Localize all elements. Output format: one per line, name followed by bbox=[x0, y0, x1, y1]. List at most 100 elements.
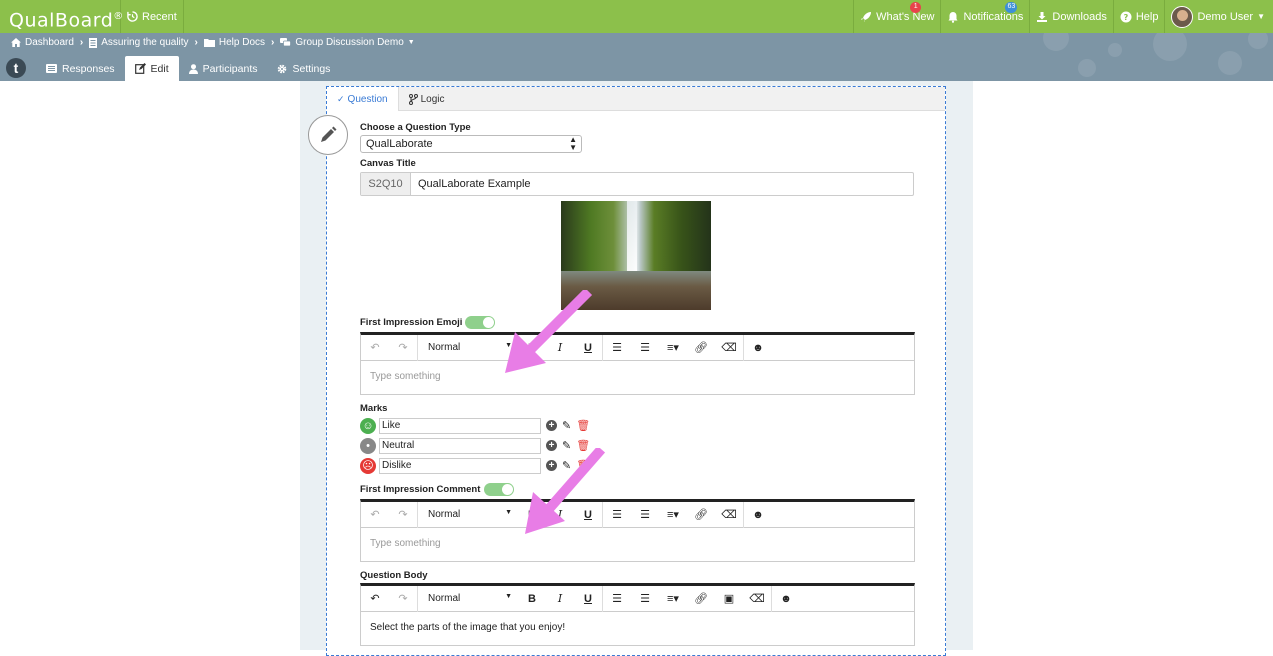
user-icon bbox=[188, 63, 198, 74]
tab-question[interactable]: ✓ Question bbox=[327, 87, 399, 111]
undo-icon[interactable]: ↶ bbox=[361, 341, 389, 354]
eraser-icon[interactable]: ⌫ bbox=[715, 508, 743, 521]
comment-editor-input[interactable]: Type something bbox=[361, 528, 914, 561]
select-arrows-icon: ▲ ▼ bbox=[569, 135, 577, 152]
smile-icon[interactable]: ☺ bbox=[360, 417, 376, 434]
redo-icon[interactable]: ↷ bbox=[389, 341, 417, 354]
tab-edit[interactable]: Edit bbox=[124, 56, 179, 81]
whats-new-button[interactable]: What's New 1 bbox=[853, 0, 940, 33]
tab-label: Participants bbox=[202, 62, 258, 75]
emoji-icon[interactable]: ☻ bbox=[744, 509, 772, 521]
link-icon[interactable]: 🔗︎ bbox=[687, 592, 715, 605]
mark-input[interactable]: Dislike bbox=[379, 457, 541, 474]
canvas-title-input[interactable]: QualLaborate Example bbox=[411, 173, 531, 195]
canvas-title-label: Canvas Title bbox=[360, 158, 416, 169]
notifications-label: Notifications bbox=[963, 10, 1024, 23]
tab-logic[interactable]: Logic bbox=[399, 87, 455, 111]
decorative-bubbles bbox=[1013, 33, 1273, 81]
breadcrumb-label: Group Discussion Demo bbox=[295, 37, 404, 48]
neutral-face-icon[interactable]: • bbox=[360, 437, 376, 454]
notifications-button[interactable]: Notifications 63 bbox=[940, 0, 1029, 33]
annotation-arrow-2 bbox=[525, 448, 606, 534]
home-icon bbox=[11, 38, 21, 47]
brand-name: QualBoard bbox=[9, 9, 114, 32]
bullet-list-icon[interactable]: ☰ bbox=[631, 508, 659, 521]
tab-label: Edit bbox=[150, 62, 169, 75]
canvas-title-prefix: S2Q10 bbox=[361, 173, 411, 195]
format-label: Normal bbox=[428, 593, 461, 604]
tab-settings[interactable]: Settings bbox=[267, 56, 340, 81]
help-button[interactable]: ? Help bbox=[1112, 0, 1165, 33]
marks-label: Marks bbox=[360, 403, 388, 414]
rocket-icon bbox=[861, 11, 872, 22]
question-body-editor: ↶ ↷ Normal ▼ B I U ☰ ☰ ≡▾ 🔗︎ ▣ ⌫ ☻ Select… bbox=[360, 583, 915, 646]
breadcrumb-project[interactable]: Assuring the quality bbox=[89, 37, 189, 48]
link-icon[interactable]: 🔗︎ bbox=[687, 341, 715, 354]
redo-icon[interactable]: ↷ bbox=[389, 508, 417, 521]
mark-input[interactable]: Like bbox=[379, 417, 541, 434]
comment-rich-text-editor: ↶ ↷ Normal▼ B I U ☰ ☰ ≡▾ 🔗︎ ⌫ ☻ Type som… bbox=[360, 499, 915, 562]
folder-icon bbox=[203, 39, 215, 47]
ordered-list-icon[interactable]: ☰ bbox=[603, 341, 631, 354]
edit-icon bbox=[134, 63, 146, 74]
breadcrumb-activity[interactable]: Group Discussion Demo ▼ bbox=[280, 37, 415, 48]
list-icon bbox=[46, 64, 57, 73]
editor-toolbar: ↶ ↷ Normal ▼ B I U ☰ ☰ ≡▾ 🔗︎ ▣ ⌫ ☻ bbox=[361, 585, 914, 612]
question-type-value: QualLaborate bbox=[366, 138, 433, 150]
question-type-badge bbox=[308, 115, 348, 155]
question-type-select[interactable]: QualLaborate ▲ ▼ bbox=[360, 135, 582, 153]
recent-button[interactable]: Recent bbox=[121, 0, 184, 33]
emoji-editor-input[interactable]: Type something bbox=[361, 361, 914, 394]
caret-down-icon: ▼ bbox=[505, 593, 512, 600]
first-impression-emoji-label: First Impression Emoji bbox=[360, 317, 463, 328]
breadcrumb-dashboard[interactable]: Dashboard bbox=[11, 37, 74, 48]
bullet-list-icon[interactable]: ☰ bbox=[631, 341, 659, 354]
bullet-list-icon[interactable]: ☰ bbox=[631, 592, 659, 605]
format-select[interactable]: Normal ▼ bbox=[418, 509, 518, 520]
image-icon[interactable]: ▣ bbox=[715, 592, 743, 605]
frown-icon[interactable]: ☹ bbox=[360, 457, 376, 474]
downloads-button[interactable]: Downloads bbox=[1029, 0, 1112, 33]
undo-icon[interactable]: ↶ bbox=[361, 592, 389, 605]
question-body-input[interactable]: Select the parts of the image that you e… bbox=[361, 612, 914, 645]
sub-navbar: Dashboard › Assuring the quality › Help … bbox=[0, 33, 1273, 81]
question-tabs: ✓ Question Logic bbox=[327, 87, 945, 111]
question-circle-icon: ? bbox=[1120, 11, 1132, 22]
underline-icon[interactable]: U bbox=[574, 593, 602, 605]
trash-icon[interactable]: 🗑︎ bbox=[576, 419, 590, 432]
format-select[interactable]: Normal ▼ bbox=[418, 593, 518, 604]
tab-participants[interactable]: Participants bbox=[179, 56, 268, 81]
brand-logo[interactable]: QualBoard® bbox=[0, 0, 123, 33]
redo-icon[interactable]: ↷ bbox=[389, 592, 417, 605]
tab-label: Logic bbox=[420, 93, 445, 105]
emoji-icon[interactable]: ☻ bbox=[744, 342, 772, 354]
align-icon[interactable]: ≡▾ bbox=[659, 341, 687, 354]
tab-responses[interactable]: Responses bbox=[36, 56, 125, 81]
tab-label: Settings bbox=[292, 62, 331, 75]
undo-icon[interactable]: ↶ bbox=[361, 508, 389, 521]
mark-row-like: ☺ Like + ✎ 🗑︎ bbox=[360, 417, 590, 434]
editor-toolbar: ↶ ↷ Normal▼ B I U ☰ ☰ ≡▾ 🔗︎ ⌫ ☻ bbox=[361, 334, 914, 361]
bold-icon[interactable]: B bbox=[518, 593, 546, 605]
eraser-icon[interactable]: ⌫ bbox=[743, 592, 771, 605]
caret-down-icon[interactable]: ▼ bbox=[408, 39, 415, 46]
align-icon[interactable]: ≡▾ bbox=[659, 592, 687, 605]
add-circle-icon[interactable]: + bbox=[546, 420, 557, 431]
pencil-icon[interactable]: ✎ bbox=[562, 419, 571, 432]
first-impression-emoji-toggle[interactable] bbox=[465, 316, 495, 329]
main-tabs: t Responses Edit Participants Settings bbox=[0, 56, 340, 81]
app-logo-icon[interactable]: t bbox=[6, 58, 26, 78]
mark-input[interactable]: Neutral bbox=[379, 437, 541, 454]
user-menu[interactable]: Demo User ▼ bbox=[1164, 0, 1273, 33]
link-icon[interactable]: 🔗︎ bbox=[687, 508, 715, 521]
align-icon[interactable]: ≡▾ bbox=[659, 508, 687, 521]
emoji-icon[interactable]: ☻ bbox=[772, 593, 800, 605]
breadcrumb-folder[interactable]: Help Docs bbox=[203, 37, 265, 48]
eraser-icon[interactable]: ⌫ bbox=[715, 341, 743, 354]
italic-icon[interactable]: I bbox=[546, 592, 574, 605]
first-impression-comment-toggle[interactable] bbox=[484, 483, 514, 496]
download-icon bbox=[1037, 11, 1048, 22]
ordered-list-icon[interactable]: ☰ bbox=[603, 592, 631, 605]
breadcrumb-label: Dashboard bbox=[25, 37, 74, 48]
canvas-title-field[interactable]: S2Q10 QualLaborate Example bbox=[360, 172, 914, 196]
